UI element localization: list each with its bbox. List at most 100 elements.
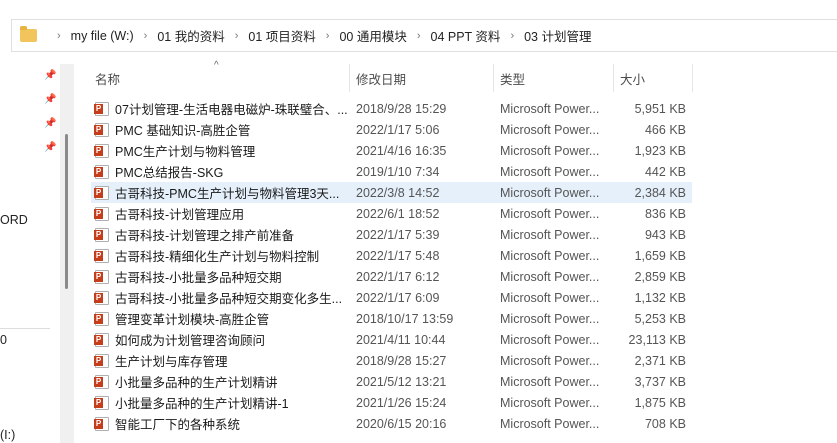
- nav-divider: [0, 328, 50, 329]
- address-bar[interactable]: › my file (W:) › 01 我的资料 › 01 项目资料 › 00 通用模块 › 04…: [11, 19, 837, 52]
- file-size: 2,384 KB: [634, 185, 686, 200]
- breadcrumb-separator-icon[interactable]: ›: [510, 30, 514, 42]
- pin-icon: 📌: [44, 94, 57, 105]
- file-size: 5,951 KB: [634, 101, 686, 116]
- powerpoint-file-icon: [94, 332, 109, 347]
- file-type: Microsoft Power...: [500, 290, 600, 305]
- file-type: Microsoft Power...: [500, 311, 600, 326]
- navigation-pane: 📌 📌 📌 📌 ORD 0 (I:): [0, 60, 60, 443]
- file-date: 2022/1/17 6:12: [356, 269, 440, 284]
- file-row[interactable]: 管理变革计划模块-高胜企管 2018/10/17 13:59 Microsoft…: [91, 308, 692, 329]
- powerpoint-file-icon: [94, 164, 109, 179]
- file-date: 2021/5/12 13:21: [356, 374, 447, 389]
- file-name: PMC总结报告-SKG: [115, 166, 224, 180]
- nav-item[interactable]: 0: [0, 333, 7, 347]
- file-row[interactable]: 小批量多品种的生产计划精讲-1 2021/1/26 15:24 Microsof…: [91, 392, 692, 413]
- file-date: 2022/1/17 5:06: [356, 122, 440, 137]
- breadcrumb-item[interactable]: 03 计划管理: [524, 26, 591, 45]
- file-row[interactable]: 如何成为计划管理咨询顾问 2021/4/11 10:44 Microsoft P…: [91, 329, 692, 350]
- powerpoint-file-icon: [94, 374, 109, 389]
- file-name: 古哥科技-小批量多品种短交期: [115, 271, 282, 285]
- file-date: 2022/1/17 6:09: [356, 290, 440, 305]
- file-row[interactable]: 07计划管理-生活电器电磁炉-珠联璧合、... 2018/9/28 15:29 …: [91, 98, 692, 119]
- breadcrumb-item[interactable]: 04 PPT 资料: [431, 26, 501, 45]
- file-row[interactable]: PMC 基础知识-高胜企管 2022/1/17 5:06 Microsoft P…: [91, 119, 692, 140]
- breadcrumb-separator-icon[interactable]: ›: [417, 30, 421, 42]
- powerpoint-file-icon: [94, 416, 109, 431]
- file-name: 古哥科技-计划管理应用: [115, 208, 245, 222]
- breadcrumb-item[interactable]: 00 通用模块: [339, 26, 406, 45]
- nav-item[interactable]: (I:): [0, 428, 15, 442]
- powerpoint-file-icon: [94, 395, 109, 410]
- nav-item[interactable]: ORD: [0, 213, 28, 227]
- file-name: PMC生产计划与物料管理: [115, 145, 256, 159]
- file-date: 2021/1/26 15:24: [356, 395, 447, 410]
- file-name: 古哥科技-精细化生产计划与物料控制: [115, 250, 320, 264]
- file-size: 708 KB: [644, 416, 686, 431]
- file-name: 07计划管理-生活电器电磁炉-珠联璧合、...: [115, 103, 348, 117]
- breadcrumb-separator-icon[interactable]: ›: [326, 30, 330, 42]
- file-size: 3,737 KB: [634, 374, 686, 389]
- file-size: 1,923 KB: [634, 143, 686, 158]
- file-size: 1,659 KB: [634, 248, 686, 263]
- file-type: Microsoft Power...: [500, 101, 600, 116]
- file-row[interactable]: 古哥科技-小批量多品种短交期 2022/1/17 6:12 Microsoft …: [91, 266, 692, 287]
- file-date: 2021/4/11 10:44: [356, 332, 446, 347]
- file-date: 2022/1/17 5:39: [356, 227, 440, 242]
- file-size: 442 KB: [644, 164, 686, 179]
- file-name: 小批量多品种的生产计划精讲: [115, 376, 278, 390]
- breadcrumb-item[interactable]: 01 项目资料: [248, 26, 315, 45]
- powerpoint-file-icon: [94, 269, 109, 284]
- pin-icon: 📌: [44, 70, 57, 81]
- file-type: Microsoft Power...: [500, 164, 600, 179]
- file-row[interactable]: PMC生产计划与物料管理 2021/4/16 16:35 Microsoft P…: [91, 140, 692, 161]
- powerpoint-file-icon: [94, 353, 109, 368]
- file-row[interactable]: 智能工厂下的各种系统 2020/6/15 20:16 Microsoft Pow…: [91, 413, 692, 434]
- breadcrumb-item[interactable]: my file (W:): [71, 29, 134, 43]
- file-row[interactable]: PMC总结报告-SKG 2019/1/10 7:34 Microsoft Pow…: [91, 161, 692, 182]
- file-date: 2022/1/17 5:48: [356, 248, 440, 263]
- breadcrumb-item[interactable]: 01 我的资料: [157, 26, 224, 45]
- column-header-size[interactable]: 大小: [620, 64, 645, 92]
- column-header-name[interactable]: 名称: [95, 64, 345, 92]
- nav-scrollbar[interactable]: [60, 64, 74, 443]
- breadcrumb-separator-icon[interactable]: ›: [57, 30, 61, 42]
- file-row[interactable]: 古哥科技-精细化生产计划与物料控制 2022/1/17 5:48 Microso…: [91, 245, 692, 266]
- file-row[interactable]: 古哥科技-计划管理应用 2022/6/1 18:52 Microsoft Pow…: [91, 203, 692, 224]
- file-name: 智能工厂下的各种系统: [115, 418, 241, 432]
- file-type: Microsoft Power...: [500, 185, 600, 200]
- folder-icon: [20, 26, 37, 42]
- file-row[interactable]: 小批量多品种的生产计划精讲 2021/5/12 13:21 Microsoft …: [91, 371, 692, 392]
- pin-icon: 📌: [44, 118, 57, 129]
- column-header-type[interactable]: 类型: [500, 64, 525, 92]
- file-date: 2022/6/1 18:52: [356, 206, 440, 221]
- file-row[interactable]: 生产计划与库存管理 2018/9/28 15:27 Microsoft Powe…: [91, 350, 692, 371]
- file-name: PMC 基础知识-高胜企管: [115, 124, 251, 138]
- file-size: 466 KB: [644, 122, 686, 137]
- breadcrumb-separator-icon[interactable]: ›: [235, 30, 239, 42]
- powerpoint-file-icon: [94, 311, 109, 326]
- file-size: 2,859 KB: [634, 269, 686, 284]
- scrollbar-thumb[interactable]: [65, 134, 68, 289]
- file-size: 23,113 KB: [628, 332, 686, 347]
- file-type: Microsoft Power...: [500, 248, 600, 263]
- file-type: Microsoft Power...: [500, 227, 600, 242]
- file-size: 2,371 KB: [634, 353, 686, 368]
- file-name: 古哥科技-小批量多品种短交期变化多生...: [115, 292, 343, 306]
- column-header-date[interactable]: 修改日期: [356, 64, 406, 92]
- file-name: 古哥科技-计划管理之排产前准备: [115, 229, 295, 243]
- file-name: 如何成为计划管理咨询顾问: [115, 334, 266, 348]
- file-date: 2018/10/17 13:59: [356, 311, 454, 326]
- file-row[interactable]: 古哥科技-小批量多品种短交期变化多生... 2022/1/17 6:09 Mic…: [91, 287, 692, 308]
- breadcrumb-separator-icon[interactable]: ›: [144, 30, 148, 42]
- file-type: Microsoft Power...: [500, 143, 600, 158]
- file-type: Microsoft Power...: [500, 206, 600, 221]
- file-date: 2019/1/10 7:34: [356, 164, 440, 179]
- file-type: Microsoft Power...: [500, 122, 600, 137]
- file-row[interactable]: 古哥科技-PMC生产计划与物料管理3天... 2022/3/8 14:52 Mi…: [91, 182, 692, 203]
- file-type: Microsoft Power...: [500, 353, 600, 368]
- file-date: 2018/9/28 15:29: [356, 101, 447, 116]
- file-row[interactable]: 古哥科技-计划管理之排产前准备 2022/1/17 5:39 Microsoft…: [91, 224, 692, 245]
- file-name: 古哥科技-PMC生产计划与物料管理3天...: [115, 187, 340, 201]
- powerpoint-file-icon: [94, 290, 109, 305]
